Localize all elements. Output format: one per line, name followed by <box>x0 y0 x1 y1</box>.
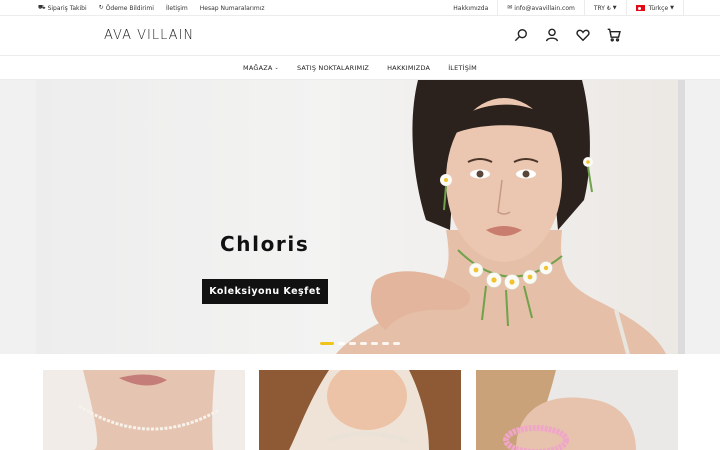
currency-label: TRY ₺ <box>593 4 611 12</box>
pearl-necklace-photo <box>43 370 245 450</box>
model-photo <box>336 80 666 354</box>
payment-notice-label: Ödeme Bildirimi <box>105 4 154 12</box>
caret-down-icon: ▼ <box>612 5 617 11</box>
email-link[interactable]: ✉ info@avavillain.com <box>497 0 584 16</box>
hero-title: Chloris <box>220 232 310 256</box>
slider-dot[interactable] <box>371 342 378 345</box>
site-header: AVA VILLAIN <box>0 16 720 56</box>
order-tracking-link[interactable]: ⛟ Sipariş Takibi <box>38 5 87 12</box>
nav-item-store[interactable]: MAĞAZA ⌄ <box>243 64 279 72</box>
slider-dot[interactable] <box>349 342 356 345</box>
nav-item-contact[interactable]: İLETİŞİM <box>448 64 477 72</box>
order-tracking-label: Sipariş Takibi <box>47 4 87 12</box>
hero-slide: Chloris Koleksiyonu Keşfet <box>36 80 685 354</box>
language-selector[interactable]: Türkçe ▼ <box>625 0 684 16</box>
email-label: info@avavillain.com <box>514 4 575 12</box>
truck-icon: ⛟ <box>38 4 46 11</box>
nav-item-sales-points[interactable]: SATIŞ NOKTALARIMIZ <box>297 64 369 72</box>
user-icon[interactable] <box>545 27 559 42</box>
cart-icon[interactable] <box>607 27 621 42</box>
slider-dot[interactable] <box>393 342 400 345</box>
hero-slider: Chloris Koleksiyonu Keşfet <box>0 80 720 354</box>
nav-item-label: HAKKIMIZDA <box>387 63 431 72</box>
slider-dot[interactable] <box>320 342 334 345</box>
refresh-icon: ↻ <box>98 4 104 11</box>
mail-icon: ✉ <box>507 4 513 11</box>
slider-dot[interactable] <box>382 342 389 345</box>
header-icons <box>514 27 621 42</box>
explore-collection-button[interactable]: Koleksiyonu Keşfet <box>202 279 328 304</box>
category-cards <box>0 370 720 450</box>
search-icon[interactable] <box>514 27 528 42</box>
bank-accounts-link[interactable]: Hesap Numaralarımız <box>200 5 265 12</box>
slider-dots <box>320 342 400 345</box>
caret-down-icon: ▼ <box>670 5 674 11</box>
nav-item-label: MAĞAZA <box>243 63 273 72</box>
next-slide-edge <box>678 80 685 354</box>
heart-icon[interactable] <box>576 27 590 42</box>
category-card-pearl[interactable] <box>43 370 245 450</box>
nav-item-label: İLETİŞİM <box>448 63 477 72</box>
slider-dot[interactable] <box>360 342 367 345</box>
main-nav: MAĞAZA ⌄ SATIŞ NOKTALARIMIZ HAKKIMIZDA İ… <box>0 56 720 80</box>
bracelet-photo <box>476 370 678 450</box>
category-card-bracelet[interactable] <box>476 370 678 450</box>
top-left-links: ⛟ Sipariş Takibi ↻ Ödeme Bildirimi İleti… <box>38 0 265 16</box>
nav-item-label: SATIŞ NOKTALARIMIZ <box>296 63 370 72</box>
top-utility-bar: ⛟ Sipariş Takibi ↻ Ödeme Bildirimi İleti… <box>0 0 720 16</box>
top-right-links: Hakkımızda ✉ info@avavillain.com TRY ₺ ▼… <box>444 0 684 16</box>
contact-link[interactable]: İletişim <box>166 5 188 12</box>
language-label: Türkçe <box>648 4 669 12</box>
currency-selector[interactable]: TRY ₺ ▼ <box>583 0 626 16</box>
contact-label: İletişim <box>165 4 188 12</box>
choker-photo <box>259 370 461 450</box>
about-link[interactable]: Hakkımızda <box>444 0 497 16</box>
turkey-flag-icon <box>635 5 645 11</box>
payment-notice-link[interactable]: ↻ Ödeme Bildirimi <box>99 5 154 12</box>
about-label: Hakkımızda <box>453 4 489 12</box>
site-logo[interactable]: AVA VILLAIN <box>104 28 194 43</box>
bank-accounts-label: Hesap Numaralarımız <box>199 4 265 12</box>
slider-dot[interactable] <box>338 342 345 345</box>
chevron-down-icon: ⌄ <box>274 64 279 71</box>
nav-item-about[interactable]: HAKKIMIZDA <box>387 64 430 72</box>
category-card-choker[interactable] <box>259 370 461 450</box>
